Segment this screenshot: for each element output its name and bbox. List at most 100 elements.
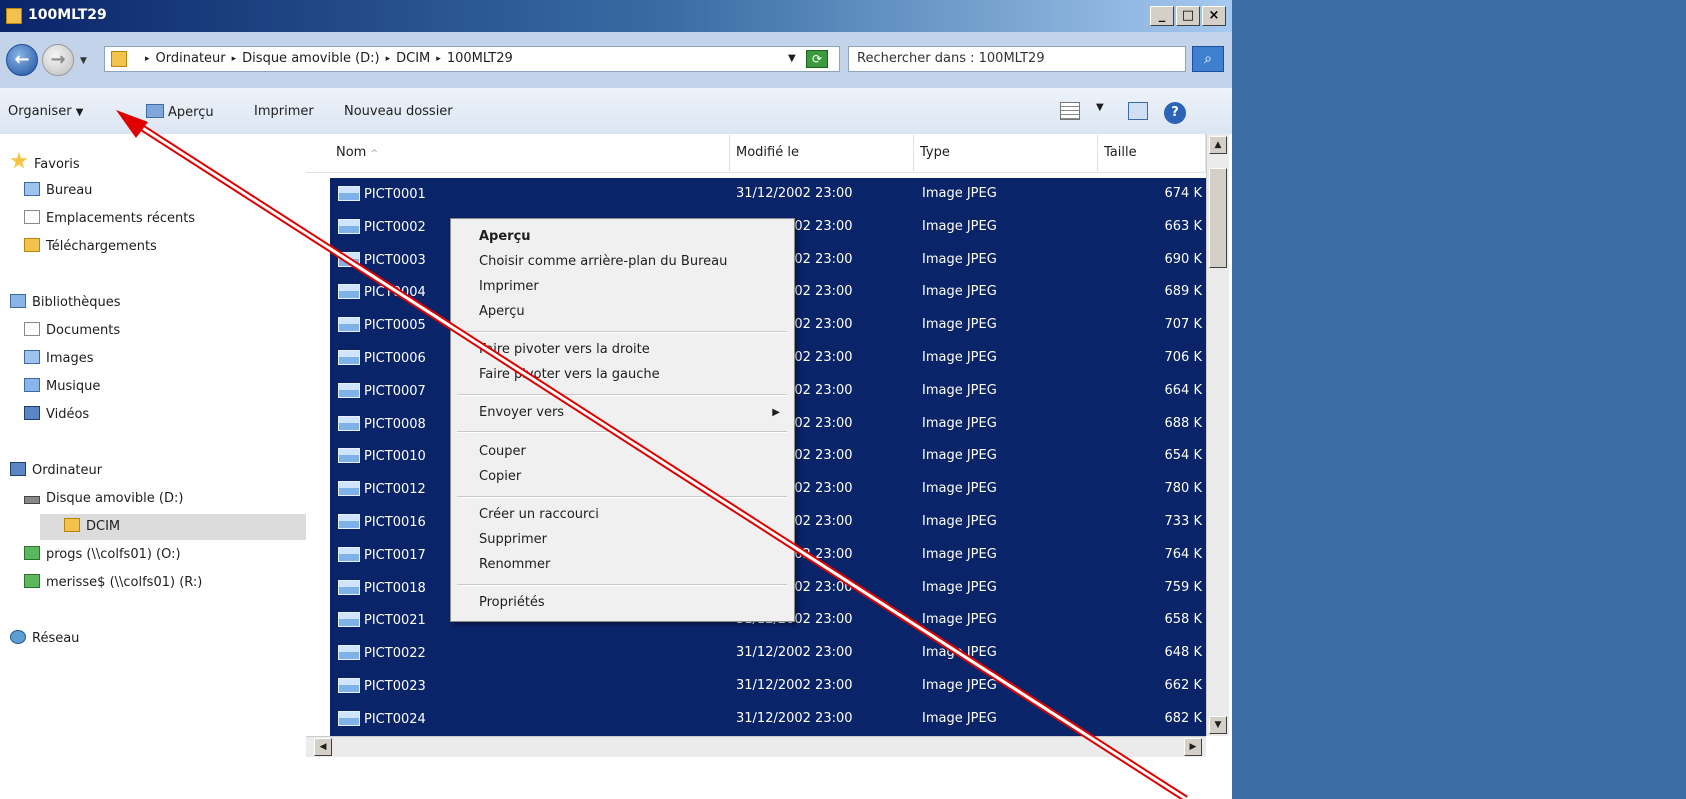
file-name-cell: PICT0010 (338, 448, 426, 464)
jpeg-image-icon (338, 612, 360, 628)
desktop-icon (24, 182, 40, 196)
file-type-cell: Image JPEG (922, 382, 997, 398)
column-header-type[interactable]: Type (914, 134, 1098, 172)
file-type-cell: Image JPEG (922, 251, 997, 267)
refresh-icon[interactable]: ⟳ (806, 50, 828, 68)
chevron-down-icon: ▼ (75, 107, 84, 118)
scroll-thumb[interactable] (1209, 168, 1227, 268)
menu-item-rename[interactable]: Renommer (479, 557, 550, 572)
file-type-cell: Image JPEG (922, 350, 997, 365)
scroll-left-button[interactable]: ◀ (314, 738, 332, 756)
forward-button[interactable]: → (42, 44, 74, 76)
nav-documents[interactable]: Documents (24, 320, 120, 342)
organize-button[interactable]: Organiser ▼ (8, 104, 83, 119)
file-name-cell: PICT0001 (338, 186, 426, 202)
scroll-right-button[interactable]: ▶ (1184, 738, 1202, 756)
view-dropdown-icon[interactable]: ▼ (1096, 102, 1116, 120)
file-row[interactable]: PICT0024 31/12/2002 23:00 Image JPEG 682 K (330, 703, 1206, 735)
breadcrumb-removable-disk[interactable]: Disque amovible (D:) (242, 51, 379, 67)
back-button[interactable]: ← (6, 44, 38, 76)
close-button[interactable]: × (1202, 6, 1226, 26)
nav-progs-drive[interactable]: progs (\\colfs01) (O:) (24, 544, 181, 566)
jpeg-image-icon (338, 579, 360, 595)
file-name-cell: PICT0007 (338, 382, 426, 399)
title-bar[interactable]: 100MLT29 _ □ × (0, 0, 1232, 32)
nav-removable-disk[interactable]: Disque amovible (D:) (24, 488, 183, 510)
menu-item-cut[interactable]: Couper (479, 444, 526, 459)
network-icon (10, 630, 26, 644)
file-row[interactable]: PICT0001 31/12/2002 23:00 Image JPEG 674 K (330, 178, 1206, 210)
scroll-up-button[interactable]: ▲ (1209, 136, 1227, 154)
maximize-button[interactable]: □ (1176, 6, 1200, 26)
preview-button[interactable]: Aperçu (146, 104, 214, 120)
file-name-cell: PICT0017 (338, 546, 426, 563)
menu-item-print[interactable]: Imprimer (479, 279, 539, 294)
file-name-cell: PICT0024 (338, 710, 426, 727)
new-folder-button[interactable]: Nouveau dossier (344, 104, 453, 119)
view-icon[interactable] (1060, 102, 1080, 120)
file-size-cell: 682 K (1164, 710, 1202, 726)
column-header-modified[interactable]: Modifié le (730, 134, 914, 172)
folder-icon (6, 8, 22, 24)
nav-network[interactable]: Réseau (10, 628, 79, 650)
file-row[interactable]: PICT0023 31/12/2002 23:00 Image JPEG 662 K (330, 670, 1206, 702)
search-input[interactable]: Rechercher dans : 100MLT29 (848, 46, 1186, 72)
chevron-right-icon[interactable]: ▸ (386, 51, 391, 67)
jpeg-image-icon (338, 382, 360, 398)
search-icon[interactable]: ⌕ (1192, 46, 1224, 72)
file-modified-cell: 31/12/2002 23:00 (736, 186, 853, 201)
breadcrumb-dcim[interactable]: DCIM (396, 51, 430, 67)
nav-desktop[interactable]: Bureau (24, 180, 92, 202)
menu-item-create-shortcut[interactable]: Créer un raccourci (479, 507, 599, 522)
jpeg-image-icon (338, 546, 360, 562)
file-size-cell: 658 K (1164, 612, 1202, 628)
file-modified-cell: 31/12/2002 23:00 (736, 678, 853, 693)
nav-music[interactable]: Musique (24, 376, 100, 398)
breadcrumb-100mlt29[interactable]: 100MLT29 (447, 51, 513, 67)
file-size-cell: 674 K (1164, 186, 1202, 201)
vertical-scrollbar[interactable]: ▲ ▼ (1206, 134, 1229, 736)
breadcrumb-computer[interactable]: Ordinateur (156, 51, 226, 67)
chevron-right-icon[interactable]: ▸ (145, 51, 150, 67)
recent-places-icon (24, 210, 40, 224)
menu-item-delete[interactable]: Supprimer (479, 532, 547, 547)
sort-ascending-icon: ^ (370, 149, 379, 159)
recent-pages-dropdown-icon[interactable]: ▼ (80, 56, 87, 66)
nav-computer[interactable]: Ordinateur (10, 460, 102, 482)
scroll-down-button[interactable]: ▼ (1209, 716, 1227, 734)
file-type-cell: Image JPEG (922, 612, 997, 628)
minimize-button[interactable]: _ (1150, 6, 1174, 26)
nav-recent-places[interactable]: Emplacements récents (24, 208, 195, 230)
horizontal-scrollbar[interactable]: ◀ ▶ (306, 736, 1206, 757)
nav-libraries[interactable]: Bibliothèques (10, 292, 121, 314)
column-header-name[interactable]: Nom ^ (330, 134, 730, 172)
nav-downloads[interactable]: Téléchargements (24, 236, 157, 258)
menu-item-rotate-right[interactable]: Faire pivoter vers la droite (479, 342, 650, 357)
file-size-cell: 663 K (1164, 218, 1202, 234)
menu-item-properties[interactable]: Propriétés (479, 595, 545, 610)
submenu-arrow-icon: ▶ (772, 407, 780, 418)
jpeg-image-icon (338, 350, 360, 365)
preview-pane-icon[interactable] (1128, 102, 1148, 120)
help-icon[interactable]: ? (1164, 102, 1186, 124)
file-size-cell: 707 K (1164, 317, 1202, 333)
nav-dcim[interactable]: DCIM (64, 516, 120, 538)
chevron-right-icon[interactable]: ▸ (232, 51, 237, 67)
menu-item-rotate-left[interactable]: Faire pivoter vers la gauche (479, 367, 660, 382)
nav-favorites[interactable]: Favoris (10, 152, 80, 174)
menu-item-preview-default[interactable]: Aperçu (479, 229, 531, 244)
column-header-size[interactable]: Taille (1098, 134, 1206, 172)
menu-item-set-desktop-background[interactable]: Choisir comme arrière-plan du Bureau (479, 254, 727, 269)
menu-item-preview[interactable]: Aperçu (479, 304, 525, 319)
menu-item-send-to[interactable]: Envoyer vers (479, 405, 564, 420)
address-bar[interactable]: ▸ Ordinateur ▸ Disque amovible (D:) ▸ DC… (104, 46, 840, 72)
command-bar: Organiser ▼ Aperçu Imprimer Nouveau doss… (0, 88, 1232, 135)
menu-item-copy[interactable]: Copier (479, 469, 521, 484)
jpeg-image-icon (338, 251, 360, 267)
file-row[interactable]: PICT0022 31/12/2002 23:00 Image JPEG 648 K (330, 637, 1206, 669)
nav-merisse-drive[interactable]: merisse$ (\\colfs01) (R:) (24, 572, 202, 594)
nav-videos[interactable]: Vidéos (24, 404, 89, 426)
chevron-right-icon[interactable]: ▸ (436, 51, 441, 67)
nav-images[interactable]: Images (24, 348, 94, 370)
print-button[interactable]: Imprimer (254, 104, 314, 119)
